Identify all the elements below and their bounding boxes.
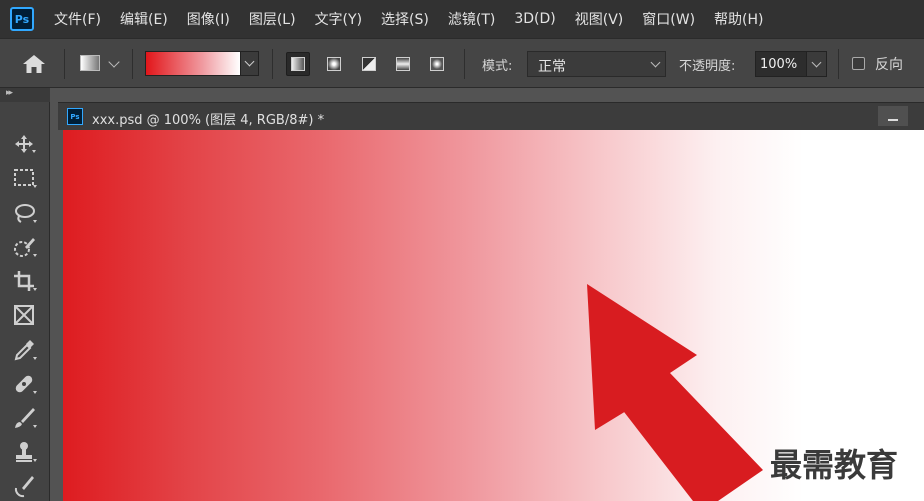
opacity-input[interactable]: 100%: [755, 51, 807, 77]
menu-image[interactable]: 图像(I): [187, 9, 230, 29]
double-chevron-icon: ▸▸: [6, 88, 13, 98]
toolbar-collapse-strip[interactable]: ▸▸: [0, 88, 50, 102]
menu-filter[interactable]: 滤镜(T): [448, 9, 495, 29]
separator: [64, 49, 65, 79]
clone-stamp-tool-icon[interactable]: [12, 440, 38, 464]
separator: [132, 49, 133, 79]
move-tool-icon[interactable]: [12, 132, 38, 156]
angle-gradient-icon: [362, 57, 376, 71]
menu-layer[interactable]: 图层(L): [249, 9, 296, 29]
menu-type[interactable]: 文字(Y): [315, 9, 362, 29]
crop-tool-icon[interactable]: [12, 269, 38, 293]
chevron-down-icon: [811, 57, 822, 68]
separator: [838, 49, 839, 79]
reverse-label: 反向: [875, 57, 903, 73]
opacity-slider-dropdown[interactable]: [807, 51, 827, 77]
psd-file-icon: Ps: [67, 108, 83, 125]
separator: [272, 49, 273, 79]
chevron-down-icon: [244, 56, 255, 67]
marquee-tool-icon[interactable]: [12, 166, 38, 190]
photoshop-logo-icon: Ps: [10, 7, 34, 31]
watermark-text: 最需教育: [770, 446, 899, 484]
mode-select[interactable]: 正常: [527, 51, 666, 77]
menu-edit[interactable]: 编辑(E): [120, 9, 168, 29]
menu-bar: Ps 文件(F) 编辑(E) 图像(I) 图层(L) 文字(Y) 选择(S) 滤…: [0, 0, 924, 38]
menu-view[interactable]: 视图(V): [575, 9, 624, 29]
healing-brush-tool-icon[interactable]: [12, 372, 38, 396]
document-tab-bar: Ps xxx.psd @ 100% (图层 4, RGB/8#) *: [58, 102, 924, 130]
radial-gradient-button[interactable]: [322, 52, 346, 76]
minimize-button[interactable]: [878, 106, 908, 126]
reflected-gradient-button[interactable]: [391, 52, 415, 76]
reflected-gradient-icon: [396, 57, 410, 71]
arrow-shape: [587, 284, 763, 501]
home-icon[interactable]: [22, 54, 46, 74]
menu-file[interactable]: 文件(F): [54, 9, 101, 29]
reverse-checkbox[interactable]: [852, 57, 865, 70]
mode-label: 模式:: [482, 59, 513, 74]
eyedropper-tool-icon[interactable]: [12, 338, 38, 362]
radial-gradient-icon: [327, 57, 341, 71]
mode-value: 正常: [538, 59, 566, 75]
menu-help[interactable]: 帮助(H): [714, 9, 763, 29]
gradient-editor-swatch[interactable]: [145, 51, 241, 76]
angle-gradient-button[interactable]: [357, 52, 381, 76]
quick-selection-tool-icon[interactable]: [12, 235, 38, 259]
linear-gradient-button[interactable]: [286, 52, 310, 76]
gradient-picker-dropdown[interactable]: [241, 51, 259, 76]
frame-tool-icon[interactable]: [12, 303, 38, 327]
history-brush-tool-icon[interactable]: [12, 474, 38, 498]
lasso-tool-icon[interactable]: [12, 201, 38, 225]
menu-3d[interactable]: 3D(D): [514, 11, 555, 27]
menu-select[interactable]: 选择(S): [381, 9, 429, 29]
options-bar: 模式: 正常 不透明度: 100% 反向: [0, 38, 924, 88]
diamond-gradient-button[interactable]: [425, 52, 449, 76]
document-title[interactable]: xxx.psd @ 100% (图层 4, RGB/8#) *: [92, 109, 324, 128]
opacity-value: 100%: [760, 57, 798, 72]
menu-window[interactable]: 窗口(W): [642, 9, 695, 29]
chevron-down-icon: [650, 57, 661, 68]
chevron-down-icon[interactable]: [108, 56, 120, 68]
separator: [464, 49, 465, 79]
diamond-gradient-icon: [430, 57, 444, 71]
tools-panel: [0, 102, 50, 501]
tool-preset-picker[interactable]: [80, 55, 100, 71]
linear-gradient-icon: [291, 57, 305, 71]
opacity-label: 不透明度:: [679, 59, 736, 74]
brush-tool-icon[interactable]: [12, 406, 38, 430]
